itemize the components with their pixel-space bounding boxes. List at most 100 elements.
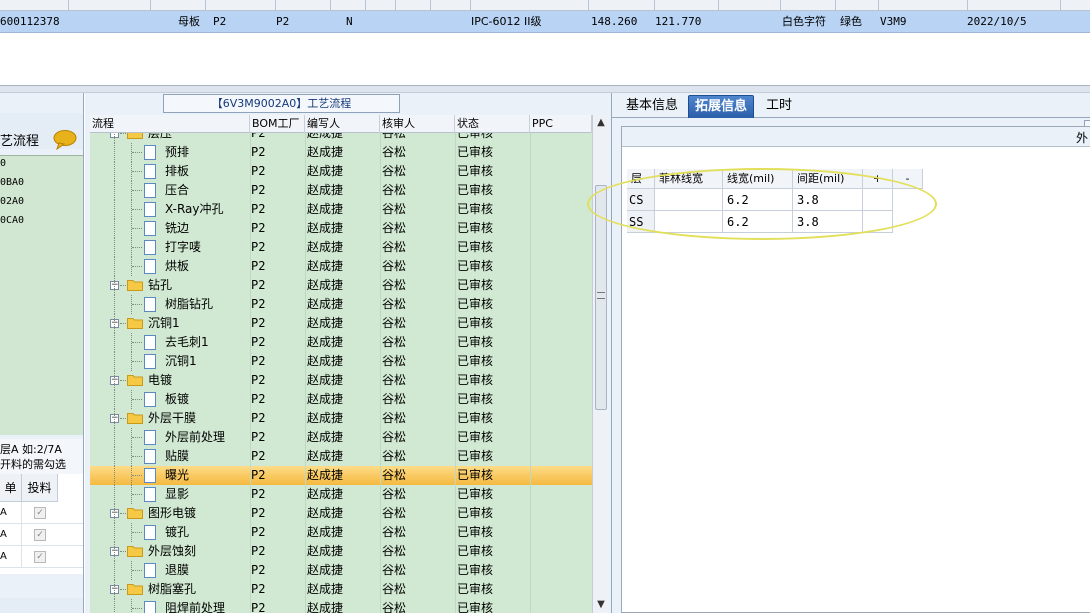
list-item[interactable]: 0 (0, 158, 6, 170)
tree-connector (114, 447, 115, 466)
tree-row[interactable]: 显影 P2 赵成捷 谷松 已审核 (90, 485, 592, 504)
tree-row[interactable]: − 钻孔 P2 赵成捷 谷松 已审核 (90, 276, 592, 295)
tree-row[interactable]: 镀孔 P2 赵成捷 谷松 已审核 (90, 523, 592, 542)
order-row-selected[interactable]: 600112378 母板 P2 P2 N IPC-6012 II级 148.26… (0, 11, 1090, 33)
writer-cell: 赵成捷 (307, 411, 344, 425)
tree-row[interactable]: 预排 P2 赵成捷 谷松 已审核 (90, 143, 592, 162)
column-header-ppc[interactable]: PPC (530, 115, 592, 133)
column-separator (305, 133, 306, 143)
column-separator (530, 314, 531, 333)
tree-row[interactable]: − 图形电镀 P2 赵成捷 谷松 已审核 (90, 504, 592, 523)
column-separator (305, 485, 306, 504)
tree-connector (132, 209, 142, 210)
tree-row[interactable]: − 沉铜1 P2 赵成捷 谷松 已审核 (90, 314, 592, 333)
writer-cell: 赵成捷 (307, 145, 344, 159)
tree-row[interactable]: 退膜 P2 赵成捷 谷松 已审核 (90, 561, 592, 580)
column-header-film-width[interactable]: 菲林线宽 (655, 169, 723, 189)
folder-icon (127, 584, 143, 595)
order-id: 600112378 (0, 15, 60, 28)
line-width-cell[interactable]: 6.2 (723, 189, 793, 211)
column-header-layer[interactable]: 层 (627, 169, 655, 189)
list-item[interactable]: 0CA0 (0, 215, 24, 227)
remove-row-button[interactable]: - (893, 169, 923, 189)
column-header-process[interactable]: 流程 (90, 115, 250, 133)
column-divider (835, 0, 836, 10)
tree-row[interactable]: 板镀 P2 赵成捷 谷松 已审核 (90, 390, 592, 409)
tree-row[interactable]: 去毛刺1 P2 赵成捷 谷松 已审核 (90, 333, 592, 352)
column-separator (455, 580, 456, 599)
tree-row[interactable]: 打字唛 P2 赵成捷 谷松 已审核 (90, 238, 592, 257)
column-separator (455, 133, 456, 143)
feed-checkbox[interactable]: ✓ (34, 551, 46, 563)
list-item[interactable]: 02A0 (0, 196, 24, 208)
layer-cell[interactable]: SS (627, 211, 655, 233)
tree-row[interactable]: 烘板 P2 赵成捷 谷松 已审核 (90, 257, 592, 276)
column-separator (455, 504, 456, 523)
tree-row[interactable]: X-Ray冲孔 P2 赵成捷 谷松 已审核 (90, 200, 592, 219)
scroll-up-arrow-icon[interactable]: ▲ (593, 115, 609, 131)
feed-checkbox[interactable]: ✓ (34, 507, 46, 519)
process-name: 铣边 (165, 221, 190, 235)
tree-row[interactable]: 排板 P2 赵成捷 谷松 已审核 (90, 162, 592, 181)
list-item[interactable]: 0BA0 (0, 177, 24, 189)
tree-row[interactable]: 铣边 P2 赵成捷 谷松 已审核 (90, 219, 592, 238)
tree-row[interactable]: 沉铜1 P2 赵成捷 谷松 已审核 (90, 352, 592, 371)
column-separator (455, 143, 456, 162)
tree-row[interactable]: 树脂钻孔 P2 赵成捷 谷松 已审核 (90, 295, 592, 314)
column-divider (68, 0, 69, 10)
tree-connector (132, 494, 142, 495)
tree-row[interactable]: 阻焊前处理 P2 赵成捷 谷松 已审核 (90, 599, 592, 613)
column-header-line-width[interactable]: 线宽(mil) (723, 169, 793, 189)
tab-work-hours[interactable]: 工时 (760, 95, 798, 118)
tab-extended-info[interactable]: 拓展信息 (688, 95, 755, 118)
tree-row[interactable]: − 电镀 P2 赵成捷 谷松 已审核 (90, 371, 592, 390)
tree-row[interactable]: − 层压 P2 赵成捷 谷松 已审核 (90, 133, 592, 143)
column-separator (305, 314, 306, 333)
bom-factory-cell: P2 (251, 468, 266, 482)
feed-checkbox[interactable]: ✓ (34, 529, 46, 541)
status-cell: 已审核 (457, 259, 494, 273)
tree-connector (132, 342, 142, 343)
spacing-cell[interactable]: 3.8 (793, 189, 863, 211)
line-width-cell[interactable]: 6.2 (723, 211, 793, 233)
tree-row[interactable]: − 树脂塞孔 P2 赵成捷 谷松 已审核 (90, 580, 592, 599)
scrollbar-thumb[interactable] (595, 185, 607, 410)
film-width-cell[interactable] (655, 189, 723, 211)
tree-row[interactable]: 压合 P2 赵成捷 谷松 已审核 (90, 181, 592, 200)
column-separator (305, 143, 306, 162)
tree-row[interactable]: 外层前处理 P2 赵成捷 谷松 已审核 (90, 428, 592, 447)
writer-cell: 赵成捷 (307, 601, 344, 613)
column-header-status[interactable]: 状态 (455, 115, 530, 133)
layer-cell[interactable]: CS (627, 189, 655, 211)
column-separator (530, 143, 531, 162)
column-header-reviewer[interactable]: 核审人 (380, 115, 455, 133)
folder-icon (127, 280, 143, 291)
add-row-button[interactable]: + (863, 169, 893, 189)
scroll-down-arrow-icon[interactable]: ▼ (593, 597, 609, 613)
document-icon (144, 601, 156, 613)
tree-row[interactable]: − 外层蚀刻 P2 赵成捷 谷松 已审核 (90, 542, 592, 561)
spacing-cell[interactable]: 3.8 (793, 211, 863, 233)
tree-row[interactable]: − 外层干膜 P2 赵成捷 谷松 已审核 (90, 409, 592, 428)
column-separator (530, 295, 531, 314)
tree-connector (120, 513, 126, 514)
process-name: X-Ray冲孔 (165, 202, 224, 216)
bom-factory-cell: P2 (251, 544, 266, 558)
column-divider (780, 0, 781, 10)
tree-row-selected[interactable]: 曝光 P2 赵成捷 谷松 已审核 (90, 466, 592, 485)
column-header-bom-factory[interactable]: BOM工厂 (250, 115, 305, 133)
chat-icon[interactable] (52, 130, 78, 150)
folder-icon (127, 133, 143, 139)
horizontal-splitter[interactable] (0, 85, 1090, 93)
film-width-cell[interactable] (655, 211, 723, 233)
column-header-spacing[interactable]: 间距(mil) (793, 169, 863, 189)
document-icon (144, 563, 156, 578)
tab-basic-info[interactable]: 基本信息 (620, 95, 684, 118)
table-row: A ✓ (0, 546, 83, 568)
reviewer-cell: 谷松 (382, 506, 407, 520)
column-header-writer[interactable]: 编写人 (305, 115, 380, 133)
tree-row[interactable]: 贴膜 P2 赵成捷 谷松 已审核 (90, 447, 592, 466)
column-separator (530, 466, 531, 485)
vertical-scrollbar[interactable]: ▲ ▼ (592, 115, 608, 613)
bom-factory-cell: P2 (251, 563, 266, 577)
